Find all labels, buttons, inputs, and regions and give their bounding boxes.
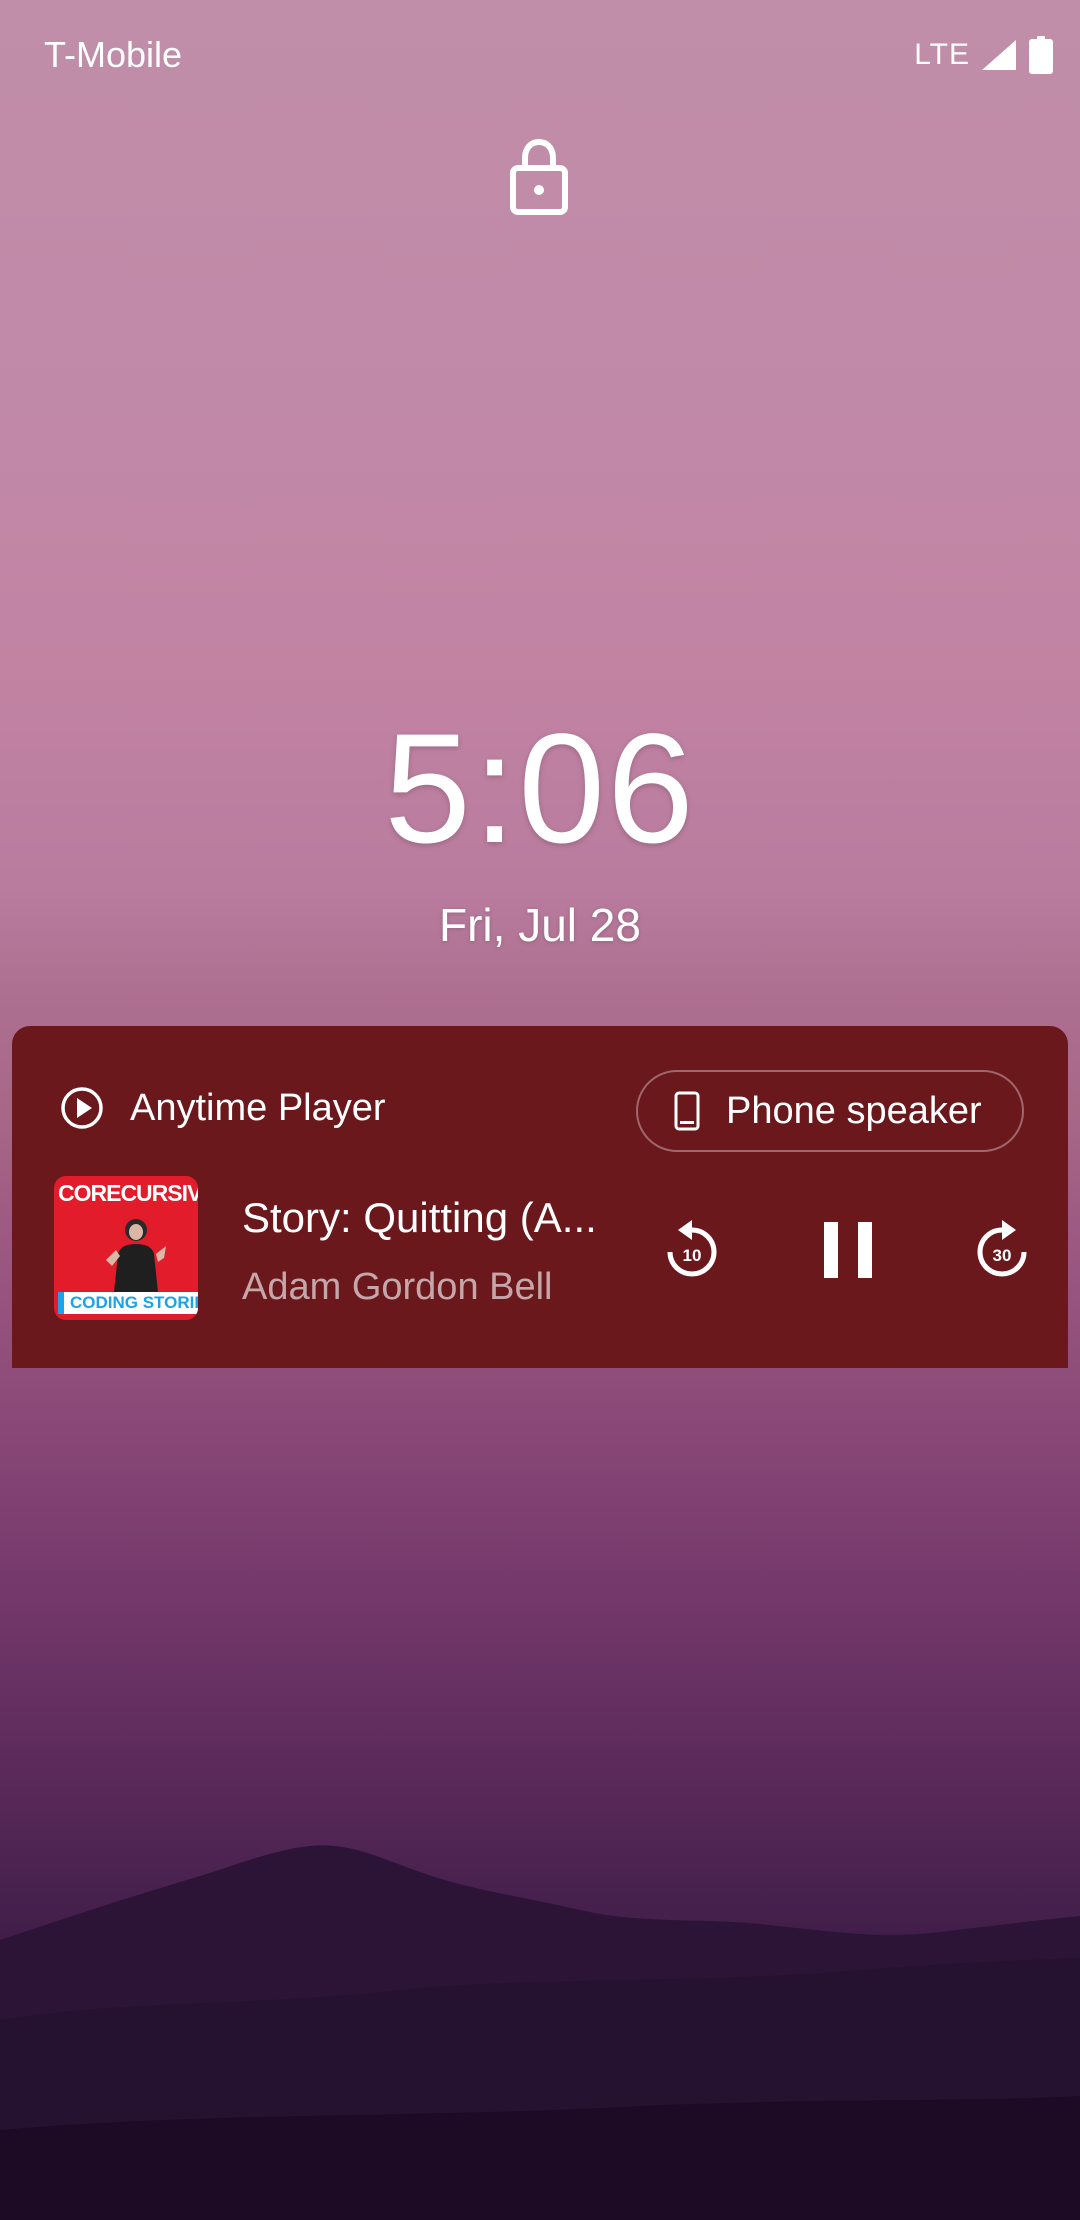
- battery-icon: [1029, 36, 1053, 74]
- carrier-name: T-Mobile: [44, 34, 183, 75]
- replay-10-icon: 10: [667, 1220, 717, 1277]
- play-circle-icon: [61, 1087, 103, 1129]
- clock-time: 5:06: [384, 702, 696, 876]
- clock-date: Fri, Jul 28: [439, 899, 641, 951]
- artwork-title: CORECURSIVE: [58, 1180, 198, 1206]
- output-switcher-button[interactable]: Phone speaker: [636, 1070, 1024, 1152]
- pause-icon: [824, 1222, 872, 1278]
- media-app-name: Anytime Player: [130, 1086, 386, 1129]
- forward-30-button[interactable]: 30: [962, 1210, 1042, 1290]
- forward-30-icon: 30: [977, 1220, 1027, 1277]
- output-label: Phone speaker: [726, 1089, 982, 1132]
- status-bar: T-Mobile LTE: [0, 0, 1080, 110]
- network-type: LTE: [914, 38, 970, 71]
- media-notification[interactable]: Anytime Player Phone speaker CORECURSIVE…: [12, 1026, 1068, 1368]
- album-artwork: CORECURSIVE CODING STORIES: [54, 1176, 198, 1320]
- lock-icon: [510, 138, 568, 215]
- artwork-subtitle: CODING STORIES: [58, 1292, 198, 1314]
- media-app-header: Anytime Player: [60, 1086, 386, 1130]
- phone-icon: [674, 1091, 700, 1131]
- track-artist: Adam Gordon Bell: [242, 1266, 553, 1308]
- track-title: Story: Quitting (A...: [242, 1194, 597, 1241]
- pause-button[interactable]: [808, 1210, 888, 1290]
- forward-amount: 30: [993, 1246, 1012, 1265]
- status-icons: LTE: [914, 36, 1054, 74]
- rewind-10-button[interactable]: 10: [652, 1210, 732, 1290]
- mountain-silhouette: [0, 1845, 1080, 2220]
- lock-screen: T-Mobile LTE 5:06 Fri, Jul 28 Anytime Pl…: [0, 0, 1080, 2220]
- cell-signal-icon: [982, 40, 1016, 70]
- artwork-person-image: [106, 1219, 166, 1292]
- rewind-amount: 10: [683, 1246, 702, 1265]
